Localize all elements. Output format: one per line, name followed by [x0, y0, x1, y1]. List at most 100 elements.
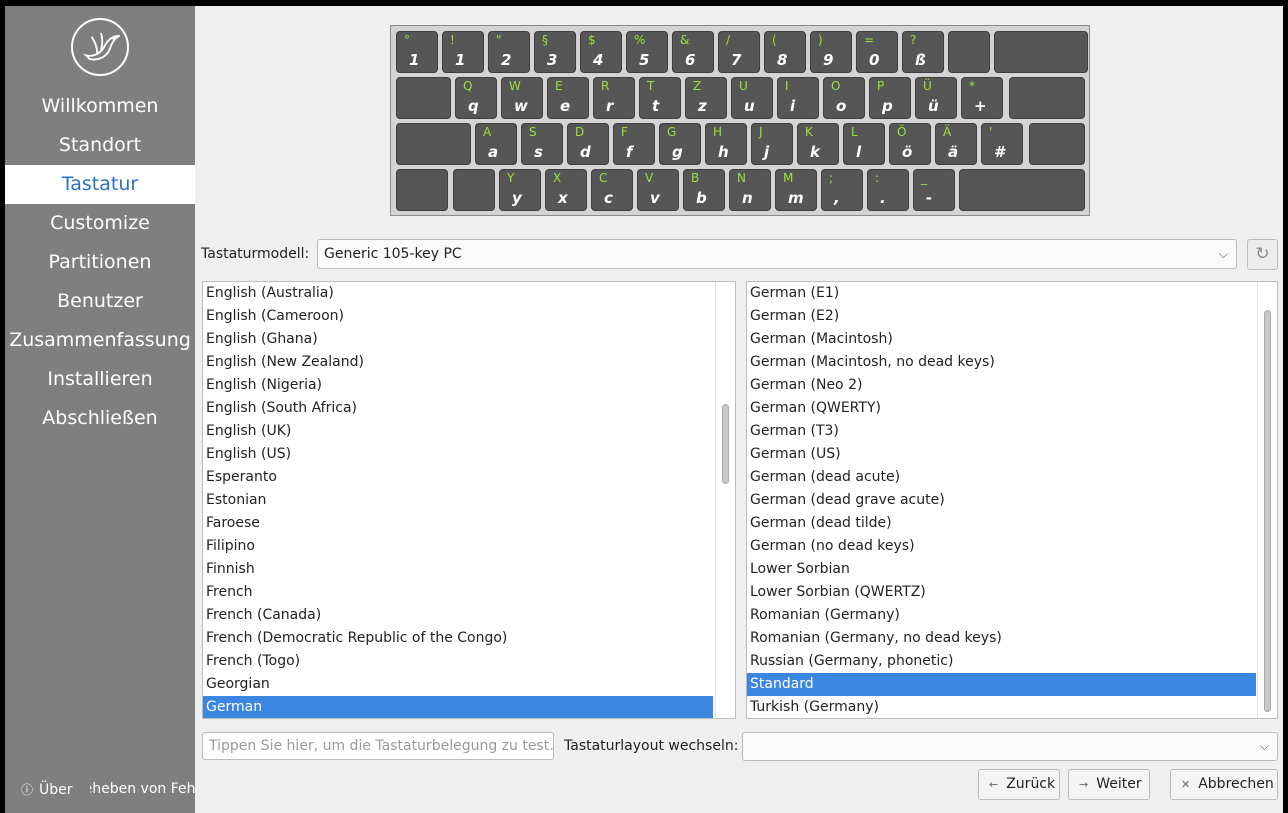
key-shift-label: Ä: [943, 125, 952, 139]
list-item[interactable]: Georgian: [203, 673, 713, 696]
key-label: w: [514, 97, 528, 115]
key: ! 1: [442, 31, 484, 73]
key-label: t: [652, 97, 660, 115]
list-item[interactable]: Turkish (Germany): [747, 696, 1256, 718]
list-item[interactable]: English (Ghana): [203, 328, 713, 351]
key-shift-label: F: [621, 125, 628, 139]
list-item[interactable]: German (dead acute): [747, 466, 1256, 489]
sidebar-item-tastatur: Tastatur: [5, 165, 195, 204]
list-item[interactable]: Romanian (Germany): [747, 604, 1256, 627]
list-item[interactable]: English (New Zealand): [203, 351, 713, 374]
list-item[interactable]: German: [203, 696, 713, 718]
key: Rr: [593, 77, 635, 119]
key-shift-label: Ö: [897, 125, 907, 139]
sidebar-item-partitionen: Partitionen: [48, 251, 152, 273]
list-item[interactable]: German (Macintosh, no dead keys): [747, 351, 1256, 374]
list-item[interactable]: Russian (Germany, phonetic): [747, 650, 1256, 673]
key-shift-label: Y: [507, 171, 515, 185]
sidebar: Willkommen Standort Tastatur Customize P…: [5, 6, 195, 813]
about-button[interactable]: ⓘ Über: [21, 781, 73, 798]
keyboard-variant-list[interactable]: Turkish (Germany) Standard Russian (German…: [746, 281, 1278, 719]
reset-model-button[interactable]: ↻: [1247, 239, 1278, 270]
key-label: e: [560, 97, 571, 115]
list-item[interactable]: Romanian (Germany, no dead keys): [747, 627, 1256, 650]
list-item[interactable]: Lower Sorbian (QWERTZ): [747, 581, 1256, 604]
key-label: 1: [409, 51, 420, 69]
list-item[interactable]: French: [203, 581, 713, 604]
key-label: m: [788, 189, 804, 207]
list-item[interactable]: Filipino: [203, 535, 713, 558]
key: [453, 169, 495, 211]
list-item[interactable]: Standard: [747, 673, 1256, 696]
list-item[interactable]: Lower Sorbian: [747, 558, 1256, 581]
key-label: a: [488, 143, 499, 161]
list-item[interactable]: English (Nigeria): [203, 374, 713, 397]
key-label: k: [810, 143, 820, 161]
list-item[interactable]: French (Togo): [203, 650, 713, 673]
key: Ss: [521, 123, 563, 165]
key-shift-label: ': [989, 125, 993, 139]
back-button[interactable]: ← Zurück: [978, 769, 1060, 800]
key-label: j: [764, 143, 770, 161]
key-shift-label: =: [864, 33, 875, 47]
list-item[interactable]: French (Canada): [203, 604, 713, 627]
list-item[interactable]: Finnish: [203, 558, 713, 581]
scrollbar-thumb[interactable]: [1264, 310, 1271, 712]
close-icon: ✕: [1181, 778, 1191, 791]
key: Ii: [777, 77, 819, 119]
list-item[interactable]: German (dead grave acute): [747, 489, 1256, 512]
list-item[interactable]: Estonian: [203, 489, 713, 512]
list-item[interactable]: English (UK): [203, 420, 713, 443]
key-label: y: [512, 189, 522, 207]
list-item[interactable]: German (no dead keys): [747, 535, 1256, 558]
list-item[interactable]: German (dead tilde): [747, 512, 1256, 535]
refresh-icon: ↻: [1255, 244, 1270, 264]
key-shift-label: Z: [693, 79, 702, 93]
list-item[interactable]: English (Cameroon): [203, 305, 713, 328]
key: Tt: [639, 77, 681, 119]
key-label: ö: [902, 143, 913, 161]
key-label: o: [836, 97, 847, 115]
list-item[interactable]: German (Macintosh): [747, 328, 1256, 351]
key: & 6: [672, 31, 714, 73]
next-button[interactable]: → Weiter: [1068, 769, 1150, 800]
keyboard-model-value: Generic 105-key PC: [324, 246, 462, 262]
key-shift-label: !: [450, 33, 455, 47]
scrollbar-thumb[interactable]: [722, 404, 729, 484]
key: [396, 169, 448, 211]
key-shift-label: D: [575, 125, 585, 139]
keyboard-test-input[interactable]: [202, 732, 554, 760]
list-item[interactable]: German (E1): [747, 282, 1256, 305]
list-item[interactable]: German (QWERTY): [747, 397, 1256, 420]
key: Cc: [591, 169, 633, 211]
keyboard-model-select[interactable]: Generic 105-key PC ⌵: [317, 239, 1237, 269]
variant-list-scrollbar[interactable]: [1257, 282, 1277, 718]
sidebar-item-installieren: Installieren: [47, 368, 153, 390]
key: Oo: [823, 77, 865, 119]
sidebar-footer: ⓘ Über Beheben von Fehlern: [5, 778, 195, 802]
list-item[interactable]: English (Australia): [203, 282, 713, 305]
info-icon: ⓘ: [21, 783, 34, 797]
layout-list-scrollbar[interactable]: [715, 282, 735, 718]
cancel-button[interactable]: ✕ Abbrechen: [1170, 769, 1278, 800]
list-item[interactable]: French (Democratic Republic of the Congo…: [203, 627, 713, 650]
debug-button[interactable]: Beheben von Fehlern: [90, 781, 195, 797]
list-item[interactable]: German (Neo 2): [747, 374, 1256, 397]
key: [396, 77, 451, 119]
keyboard-layout-list[interactable]: German Georgian French (Togo) French (Democ…: [202, 281, 736, 719]
list-item[interactable]: English (South Africa): [203, 397, 713, 420]
key: Gg: [659, 123, 701, 165]
key-label: ü: [928, 97, 939, 115]
key: § 3: [534, 31, 576, 73]
list-item[interactable]: Esperanto: [203, 466, 713, 489]
list-item[interactable]: English (US): [203, 443, 713, 466]
distro-logo-icon: [71, 18, 129, 76]
key-label: b: [696, 189, 707, 207]
list-item[interactable]: German (E2): [747, 305, 1256, 328]
key-shift-label: E: [555, 79, 563, 93]
list-item[interactable]: Faroese: [203, 512, 713, 535]
layout-switch-select[interactable]: ⌵: [742, 732, 1278, 761]
key-shift-label: *: [969, 79, 975, 93]
list-item[interactable]: German (T3): [747, 420, 1256, 443]
list-item[interactable]: German (US): [747, 443, 1256, 466]
